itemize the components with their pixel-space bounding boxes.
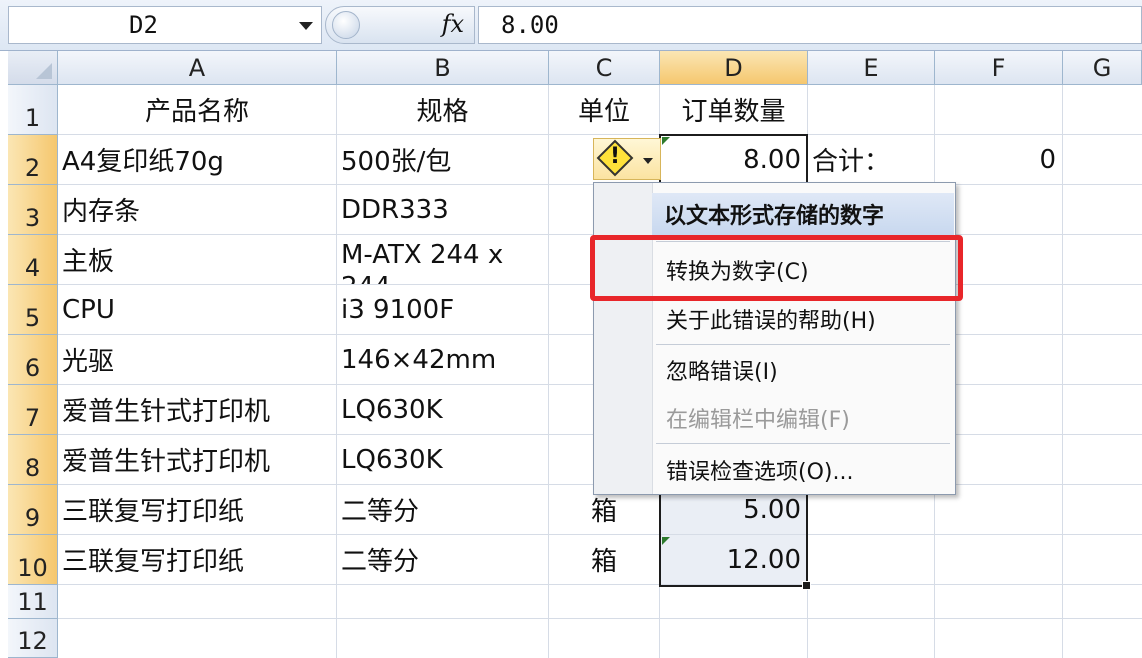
error-indicator-icon (662, 537, 670, 545)
cell-b8[interactable]: LQ630K (337, 435, 548, 484)
row-header-10[interactable]: 10 (8, 535, 58, 585)
cell-b5[interactable]: i3 9100F (337, 285, 548, 334)
formula-bar: D2 fx 8.00 (0, 0, 1142, 51)
cell-b3[interactable]: DDR333 (337, 185, 548, 234)
cell-b7[interactable]: LQ630K (337, 385, 548, 434)
cell-d2[interactable]: 8.00 (660, 135, 807, 184)
menu-item-help-on-error[interactable]: 关于此错误的帮助(H) (654, 298, 952, 340)
row-header-2[interactable]: 2 (8, 135, 58, 185)
insert-function-button[interactable]: fx (442, 10, 464, 38)
cell-b2[interactable]: 500张/包 (337, 135, 548, 184)
column-header-d[interactable]: D (660, 51, 808, 85)
exclamation-glyph: ! (610, 144, 621, 169)
menu-icon-gutter (594, 183, 653, 494)
cell-a7[interactable]: 爱普生针式打印机 (58, 385, 336, 434)
cell-a10[interactable]: 三联复写打印纸 (58, 535, 336, 584)
insert-function-area: fx (325, 6, 475, 44)
cell-d1[interactable]: 订单数量 (660, 85, 807, 134)
cell-a4[interactable]: 主板 (58, 235, 336, 284)
cell-c1[interactable]: 单位 (549, 85, 659, 134)
menu-item-error-checking-options[interactable]: 错误检查选项(O)... (654, 449, 952, 491)
row-header-1[interactable]: 1 (8, 85, 58, 135)
cell-f2[interactable]: 0 (935, 135, 1062, 184)
cell-b4[interactable]: M-ATX 244 x 244 (337, 235, 548, 284)
row-header-3[interactable]: 3 (8, 185, 58, 235)
column-header-a[interactable]: A (58, 51, 337, 85)
gridline (1062, 85, 1063, 658)
error-options-button[interactable]: ! (593, 138, 661, 180)
cell-b1[interactable]: 规格 (337, 85, 548, 134)
gridline (58, 618, 1142, 619)
cell-b6[interactable]: 146×42mm (337, 335, 548, 384)
worksheet-grid[interactable]: A B C D E F G 1 2 3 4 5 6 7 8 9 10 11 12… (0, 51, 1142, 658)
column-header-b[interactable]: B (337, 51, 549, 85)
menu-separator (656, 241, 950, 242)
cell-b9[interactable]: 二等分 (337, 485, 548, 534)
row-header-4[interactable]: 4 (8, 235, 58, 285)
row-header-12[interactable]: 12 (8, 619, 58, 658)
row-header-9[interactable]: 9 (8, 485, 58, 535)
cell-d10[interactable]: 12.00 (660, 535, 807, 584)
formula-bar-resize-knob[interactable] (332, 11, 360, 39)
cell-a6[interactable]: 光驱 (58, 335, 336, 384)
cell-a5[interactable]: CPU (58, 285, 336, 334)
error-indicator-icon (662, 137, 670, 145)
menu-separator (656, 443, 950, 444)
cell-e2[interactable]: 合计： (808, 135, 934, 184)
cell-a3[interactable]: 内存条 (58, 185, 336, 234)
name-box[interactable]: D2 (8, 6, 322, 44)
column-header-g[interactable]: G (1063, 51, 1142, 85)
row-header-5[interactable]: 5 (8, 285, 58, 335)
formula-input-value: 8.00 (501, 11, 559, 39)
column-header-f[interactable]: F (935, 51, 1063, 85)
cell-a8[interactable]: 爱普生针式打印机 (58, 435, 336, 484)
cell-a1[interactable]: 产品名称 (58, 85, 336, 134)
error-options-menu: 以文本形式存储的数字 转换为数字(C) 关于此错误的帮助(H) 忽略错误(I) … (593, 182, 956, 495)
row-header-7[interactable]: 7 (8, 385, 58, 435)
gridline (58, 584, 1142, 585)
cell-b10[interactable]: 二等分 (337, 535, 548, 584)
row-header-11[interactable]: 11 (8, 585, 58, 619)
name-box-value: D2 (129, 11, 158, 39)
cell-c10[interactable]: 箱 (549, 535, 659, 584)
cell-a9[interactable]: 三联复写打印纸 (58, 485, 336, 534)
select-all-button[interactable] (8, 51, 58, 85)
row-header-8[interactable]: 8 (8, 435, 58, 485)
menu-item-ignore-error[interactable]: 忽略错误(I) (654, 349, 952, 391)
menu-separator (656, 344, 950, 345)
menu-item-edit-in-formula-bar: 在编辑栏中编辑(F) (666, 408, 850, 433)
chevron-down-icon (643, 158, 653, 164)
name-box-dropdown-icon[interactable] (299, 22, 313, 30)
formula-input[interactable]: 8.00 (478, 6, 1142, 44)
menu-item-convert-to-number[interactable]: 转换为数字(C) (654, 249, 952, 291)
column-header-e[interactable]: E (808, 51, 935, 85)
row-header-6[interactable]: 6 (8, 335, 58, 385)
cell-a2[interactable]: A4复印纸70g (58, 135, 336, 184)
column-header-c[interactable]: C (549, 51, 660, 85)
menu-header-text-stored-number: 以文本形式存储的数字 (652, 193, 954, 235)
